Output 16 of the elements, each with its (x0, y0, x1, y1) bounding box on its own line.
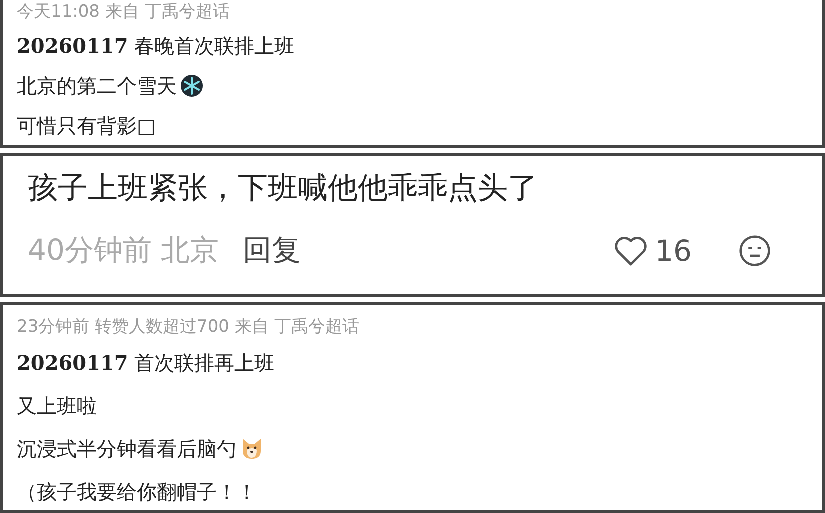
post-text: 沉浸式半分钟看看后脑勺 (17, 436, 237, 462)
snowflake-icon (180, 74, 204, 98)
post-text: 又上班啦 (17, 392, 97, 420)
reply-button[interactable]: 回复 (243, 230, 302, 271)
post-text: 北京的第二个雪天 (17, 72, 177, 100)
like-count: 16 (655, 234, 692, 268)
post-meta: 今天11:08 来自 丁禹兮超话 (17, 1, 231, 23)
comment-time: 40分钟前 北京 (28, 232, 220, 269)
post-text: 20260117 春晚首次联排上班 (17, 32, 295, 60)
face-icon[interactable] (738, 234, 772, 268)
post-text: （孩子我要给你翻帽子！！ (17, 478, 257, 506)
post-meta: 23分钟前 转赞人数超过700 来自 丁禹兮超话 (17, 316, 360, 338)
post-text: 可惜只有背影□ (17, 112, 156, 140)
comment-text: 孩子上班紧张，下班喊他他乖乖点头了 (28, 170, 539, 208)
post-text: 20260117 首次联排再上班 (17, 350, 275, 376)
dog-face-icon (240, 437, 264, 461)
